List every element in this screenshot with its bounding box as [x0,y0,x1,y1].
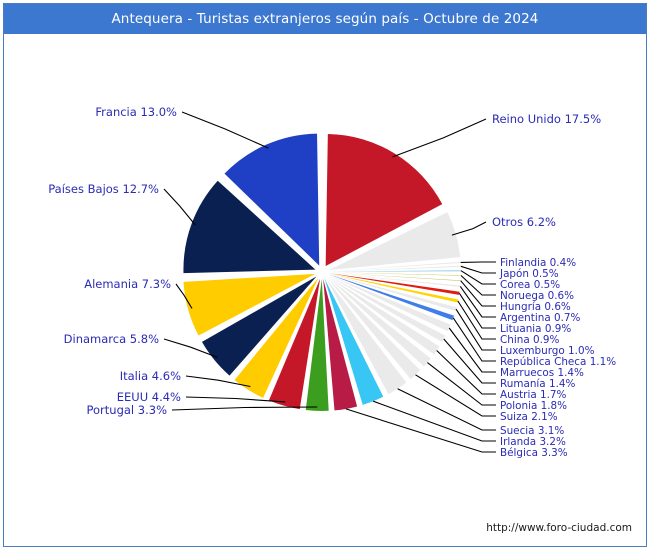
slice-label: Alemania 7.3% [84,277,171,291]
pie-chart-svg: Francia 13.0% Países Bajos 12.7% Alemania … [48,105,616,459]
leader-line [181,111,269,149]
leader-line [345,408,496,453]
slice-label: Bélgica 3.3% [500,447,568,459]
slice-label: Italia 4.6% [120,369,181,383]
slice-label: Países Bajos 12.7% [48,182,159,196]
leader-line [163,188,196,226]
leader-line [171,406,318,411]
leader-line [451,221,487,236]
leader-line [392,118,487,158]
chart-window: Antequera - Turistas extranjeros según p… [0,0,650,550]
slice-label: Portugal 3.3% [87,403,168,417]
leader-line [415,374,496,417]
slice-label: Reino Unido 17.5% [492,112,601,126]
leader-line [460,265,496,274]
window-frame: Antequera - Turistas extranjeros según p… [3,3,647,547]
slice-label: EEUU 4.4% [117,390,181,404]
leader-line [427,362,496,406]
slice-label: Otros 6.2% [492,215,556,229]
pie-chart-area: Francia 13.0% Países Bajos 12.7% Alemania … [4,34,646,546]
pie-slice [329,272,461,276]
source-url: http://www.foro-ciudad.com [486,522,632,534]
leader-line [460,275,496,296]
slice-label: Suiza 2.1% [500,411,558,423]
slice-label: Dinamarca 5.8% [64,332,159,346]
page-title: Antequera - Turistas extranjeros según p… [111,11,539,27]
pie-slices [183,133,461,411]
leader-line [397,388,496,431]
slice-label: Francia 13.0% [95,105,177,119]
title-bar: Antequera - Turistas extranjeros según p… [4,4,646,34]
